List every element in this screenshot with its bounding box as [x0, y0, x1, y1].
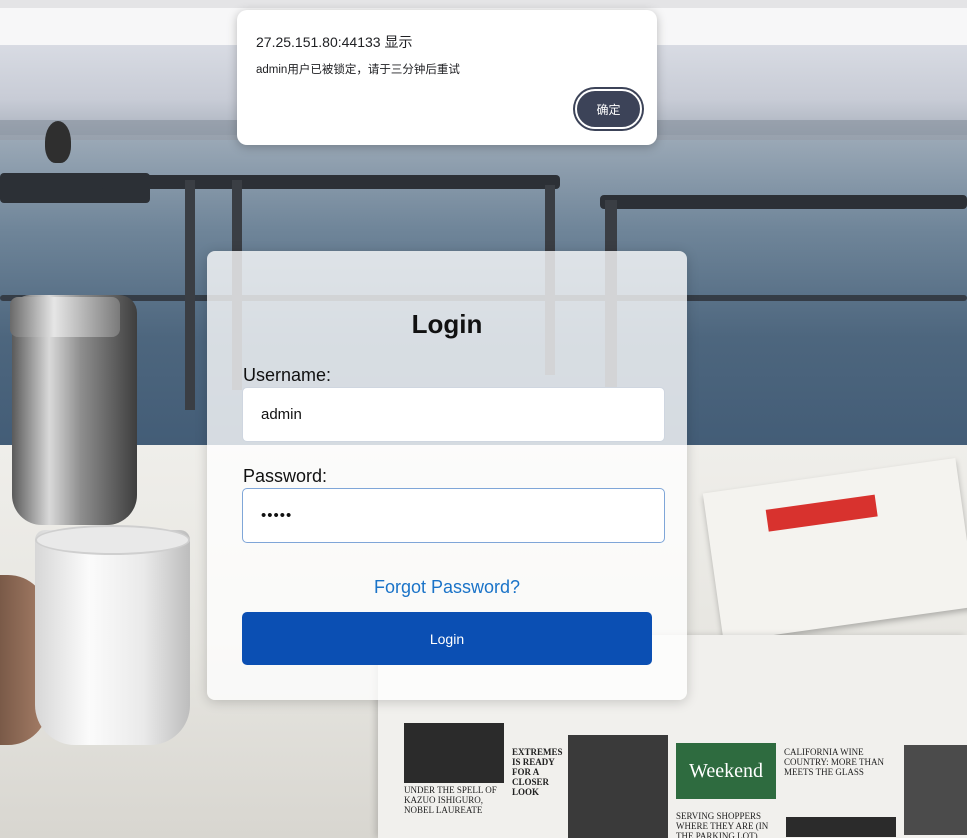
dialog-message: admin用户已被锁定，请于三分钟后重试 [256, 64, 460, 76]
newspaper-photo [568, 735, 668, 838]
coffee-cup [35, 530, 190, 745]
login-title: Login [411, 309, 483, 339]
bird [45, 121, 71, 163]
newspaper-photo [404, 723, 504, 783]
login-button[interactable]: Login [242, 612, 652, 665]
username-label: Username: [243, 365, 332, 385]
railing-post [185, 180, 195, 410]
alert-dialog: 27.25.151.80:44133 显示 admin用户已被锁定，请于三分钟后… [237, 10, 657, 145]
newspaper-red-label [765, 494, 878, 532]
dialog-title: 27.25.151.80:44133 显示 [256, 34, 413, 50]
newspaper-photo [786, 817, 896, 837]
username-input[interactable]: admin [242, 387, 665, 442]
railing [600, 195, 967, 209]
coffee-cup-rim [35, 525, 190, 555]
login-card: Login Username: admin Password: ••••• Fo… [207, 251, 687, 700]
newspaper-photo [904, 745, 967, 835]
newspaper-headline: EXTREMES IS READY FOR A CLOSER LOOK [512, 747, 563, 797]
newspaper-headline: UNDER THE SPELL OF KAZUO ISHIGURO, NOBEL… [404, 785, 497, 815]
forgot-password-link[interactable]: Forgot Password? [207, 577, 687, 598]
dialog-ok-button[interactable]: 确定 [575, 89, 642, 129]
newspaper-headline: SERVING SHOPPERS WHERE THEY ARE (IN THE … [676, 811, 769, 838]
password-label: Password: [243, 466, 328, 486]
coffee-jug-lid [10, 297, 120, 337]
newspaper-headline: CALIFORNIA WINE COUNTRY: MORE THAN MEETS… [784, 747, 885, 777]
railing [100, 175, 560, 189]
password-input[interactable]: ••••• [242, 488, 665, 543]
newspaper-weekend-box: Weekend [676, 743, 776, 799]
browser-top-bar [0, 0, 967, 8]
